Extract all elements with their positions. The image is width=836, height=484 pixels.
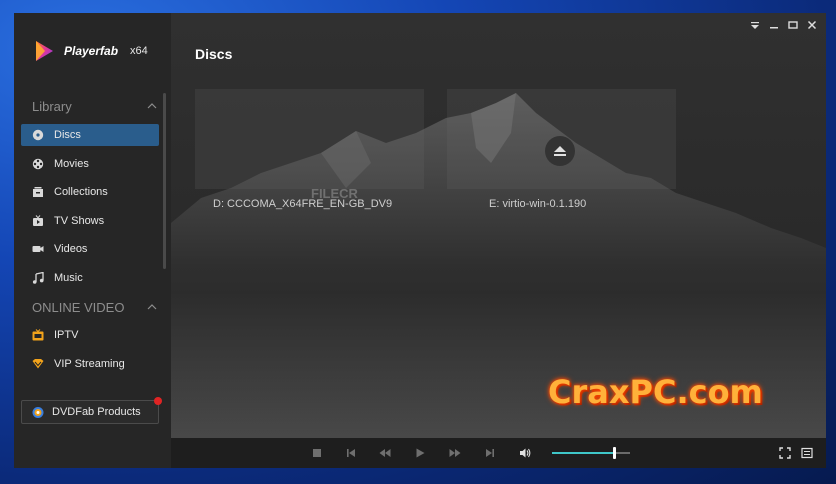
playlist-icon[interactable]	[801, 447, 813, 459]
sidebar-item-label: Collections	[54, 186, 108, 198]
app-window: Playerfab x64 Library Discs Movies Colle…	[14, 13, 826, 468]
sidebar-item-tv-shows[interactable]: TV Shows	[21, 210, 159, 232]
tv-icon	[32, 215, 44, 227]
sidebar-item-label: Discs	[54, 129, 81, 141]
sidebar: Playerfab x64 Library Discs Movies Colle…	[14, 13, 171, 468]
sidebar-item-collections[interactable]: Collections	[21, 181, 159, 203]
craxpc-watermark: CraxPC.com	[548, 373, 763, 411]
disc-icon	[32, 129, 44, 141]
disc-card-d[interactable]	[195, 89, 424, 189]
music-note-icon	[32, 272, 44, 284]
sidebar-item-label: VIP Streaming	[54, 358, 125, 370]
volume-slider-handle[interactable]	[613, 447, 617, 459]
volume-slider[interactable]	[552, 447, 630, 459]
dvdfab-logo-icon	[32, 406, 44, 418]
main-panel: Discs D: CCCOMA_X64FRE_EN-GB_DV9 E: virt…	[171, 13, 826, 438]
sidebar-item-discs[interactable]: Discs	[21, 124, 159, 146]
online-video-header-label: ONLINE VIDEO	[32, 299, 125, 315]
dvdfab-products-label: DVDFab Products	[52, 406, 141, 418]
menu-dropdown-icon[interactable]	[749, 19, 761, 31]
eject-icon	[554, 146, 566, 156]
sidebar-item-videos[interactable]: Videos	[21, 238, 159, 260]
collections-icon	[32, 186, 44, 198]
rewind-icon[interactable]	[379, 447, 391, 459]
sidebar-item-label: Videos	[54, 243, 88, 255]
sidebar-item-vip-streaming[interactable]: VIP Streaming	[21, 353, 159, 375]
notification-badge	[154, 397, 162, 405]
fullscreen-icon[interactable]	[779, 447, 791, 459]
eject-button[interactable]	[545, 136, 575, 166]
volume-icon[interactable]	[519, 447, 531, 459]
playerfab-logo-icon	[36, 41, 53, 61]
iptv-icon	[32, 329, 44, 341]
sidebar-item-label: IPTV	[54, 329, 79, 341]
page-title: Discs	[195, 46, 233, 62]
sidebar-item-music[interactable]: Music	[21, 267, 159, 289]
app-arch: x64	[130, 45, 148, 57]
sidebar-item-label: Movies	[54, 158, 89, 170]
disc-label-e[interactable]: E: virtio-win-0.1.190	[489, 198, 586, 210]
disc-label-d[interactable]: D: CCCOMA_X64FRE_EN-GB_DV9	[213, 198, 392, 210]
sidebar-item-movies[interactable]: Movies	[21, 153, 159, 175]
app-name: Playerfab	[64, 44, 119, 58]
play-icon[interactable]	[414, 447, 426, 459]
stop-icon[interactable]	[311, 447, 323, 459]
video-camera-icon	[32, 243, 44, 255]
player-control-bar	[171, 438, 826, 468]
sidebar-item-label: Music	[54, 272, 83, 284]
minimize-icon[interactable]	[768, 19, 780, 31]
chevron-up-icon[interactable]	[147, 304, 157, 310]
film-reel-icon	[32, 158, 44, 170]
previous-track-icon[interactable]	[345, 447, 357, 459]
chevron-up-icon[interactable]	[147, 103, 157, 109]
volume-fill	[552, 452, 615, 454]
maximize-icon[interactable]	[787, 19, 799, 31]
sidebar-scrollbar[interactable]	[163, 93, 166, 269]
dvdfab-products-button[interactable]: DVDFab Products	[21, 400, 159, 424]
app-logo: Playerfab x64	[32, 39, 148, 63]
sidebar-item-iptv[interactable]: IPTV	[21, 324, 159, 346]
next-track-icon[interactable]	[484, 447, 496, 459]
filecr-watermark: FILECR	[311, 186, 358, 201]
online-video-section-header[interactable]: ONLINE VIDEO	[32, 297, 157, 317]
library-section-header[interactable]: Library	[32, 96, 157, 116]
close-icon[interactable]	[806, 19, 818, 31]
vip-icon	[32, 358, 44, 370]
library-header-label: Library	[32, 98, 72, 114]
fast-forward-icon[interactable]	[449, 447, 461, 459]
sidebar-item-label: TV Shows	[54, 215, 105, 227]
